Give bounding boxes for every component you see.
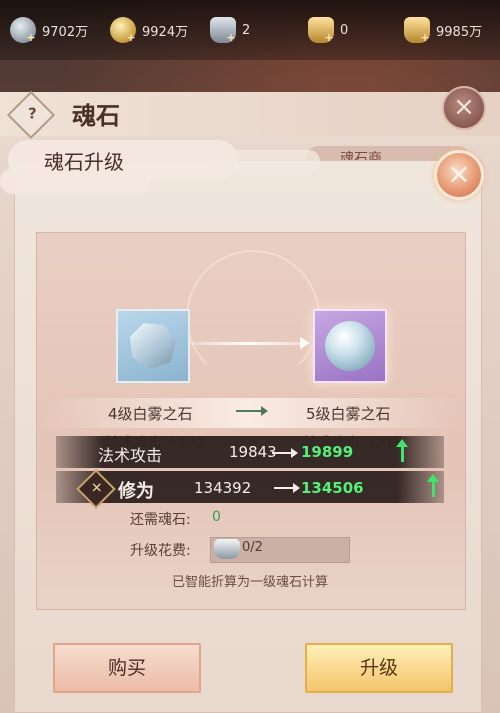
stat-new-value: 134506 bbox=[301, 479, 364, 497]
plus-icon: + bbox=[226, 31, 236, 44]
upgrade-cost-value: 0/2 bbox=[242, 540, 263, 555]
xiuwei-glyph: ✕ bbox=[90, 480, 103, 497]
currency-value: 9702万 bbox=[42, 24, 89, 40]
source-stone-name: 4级白雾之石 bbox=[108, 405, 193, 423]
upgrade-beam bbox=[190, 342, 308, 345]
arrow-right-icon bbox=[236, 406, 268, 416]
arrow-right-icon bbox=[272, 448, 298, 458]
required-stones-label: 还需魂石: bbox=[130, 512, 191, 528]
silver-coin-icon: + bbox=[10, 17, 36, 44]
upgrade-dialog-title: 魂石升级 bbox=[44, 150, 124, 174]
required-stones-value: 0 bbox=[212, 509, 221, 525]
soulstone-panel-close-button[interactable]: × bbox=[442, 86, 486, 130]
currency-silver-coin[interactable]: + 9702万 bbox=[10, 16, 88, 44]
stat-label: 法术攻击 bbox=[98, 446, 163, 465]
stat-new-value: 19899 bbox=[301, 443, 354, 461]
gold-ingot-icon: + bbox=[404, 17, 430, 44]
source-stone-slot[interactable] bbox=[116, 309, 190, 383]
white-mist-orb-icon bbox=[325, 321, 375, 371]
gold-coin-icon: + bbox=[110, 17, 136, 44]
conversion-note: 已智能折算为一级魂石计算 bbox=[171, 575, 328, 590]
arrow-up-icon bbox=[396, 439, 408, 462]
plus-icon: + bbox=[324, 31, 334, 44]
currency-silver-ingot[interactable]: + 2 bbox=[210, 16, 250, 44]
currency-value: 0 bbox=[340, 22, 349, 38]
currency-gold-ingot[interactable]: + 0 bbox=[308, 16, 348, 44]
decorative-arc bbox=[186, 250, 320, 384]
upgrade-button[interactable]: 升级 bbox=[305, 643, 453, 693]
soulstone-panel-title: 魂石 bbox=[72, 102, 120, 130]
target-stone-name: 5级白雾之石 bbox=[306, 405, 391, 423]
currency-value: 9924万 bbox=[142, 24, 189, 40]
stat-old-value: 134392 bbox=[194, 479, 252, 497]
plus-icon: + bbox=[126, 31, 136, 44]
white-mist-stone-icon bbox=[130, 323, 176, 369]
upgrade-cost-label: 升级花费: bbox=[130, 543, 191, 559]
plus-icon: + bbox=[420, 31, 430, 44]
gold-ingot-icon: + bbox=[308, 17, 334, 44]
plus-icon: + bbox=[26, 31, 36, 44]
arrow-right-icon bbox=[300, 337, 310, 349]
currency-gold-coin[interactable]: + 9924万 bbox=[110, 16, 188, 44]
currency-value: 9985万 bbox=[436, 24, 483, 40]
target-stone-slot[interactable] bbox=[313, 309, 387, 383]
silver-ingot-icon: + bbox=[210, 17, 236, 44]
silver-ingot-icon bbox=[214, 539, 240, 559]
currency-value: 2 bbox=[242, 22, 251, 38]
arrow-right-icon bbox=[274, 483, 300, 493]
stone-name-bar bbox=[40, 398, 460, 428]
currency-gold-ingot-2[interactable]: + 9985万 bbox=[404, 16, 482, 44]
buy-button[interactable]: 购买 bbox=[53, 643, 201, 693]
stat-old-value: 19843 bbox=[229, 443, 277, 461]
title-cloud bbox=[210, 150, 320, 172]
arrow-up-icon bbox=[427, 474, 439, 497]
close-button[interactable]: × bbox=[434, 150, 484, 200]
stat-label: 修为 bbox=[118, 481, 154, 502]
help-icon: ? bbox=[28, 104, 37, 123]
